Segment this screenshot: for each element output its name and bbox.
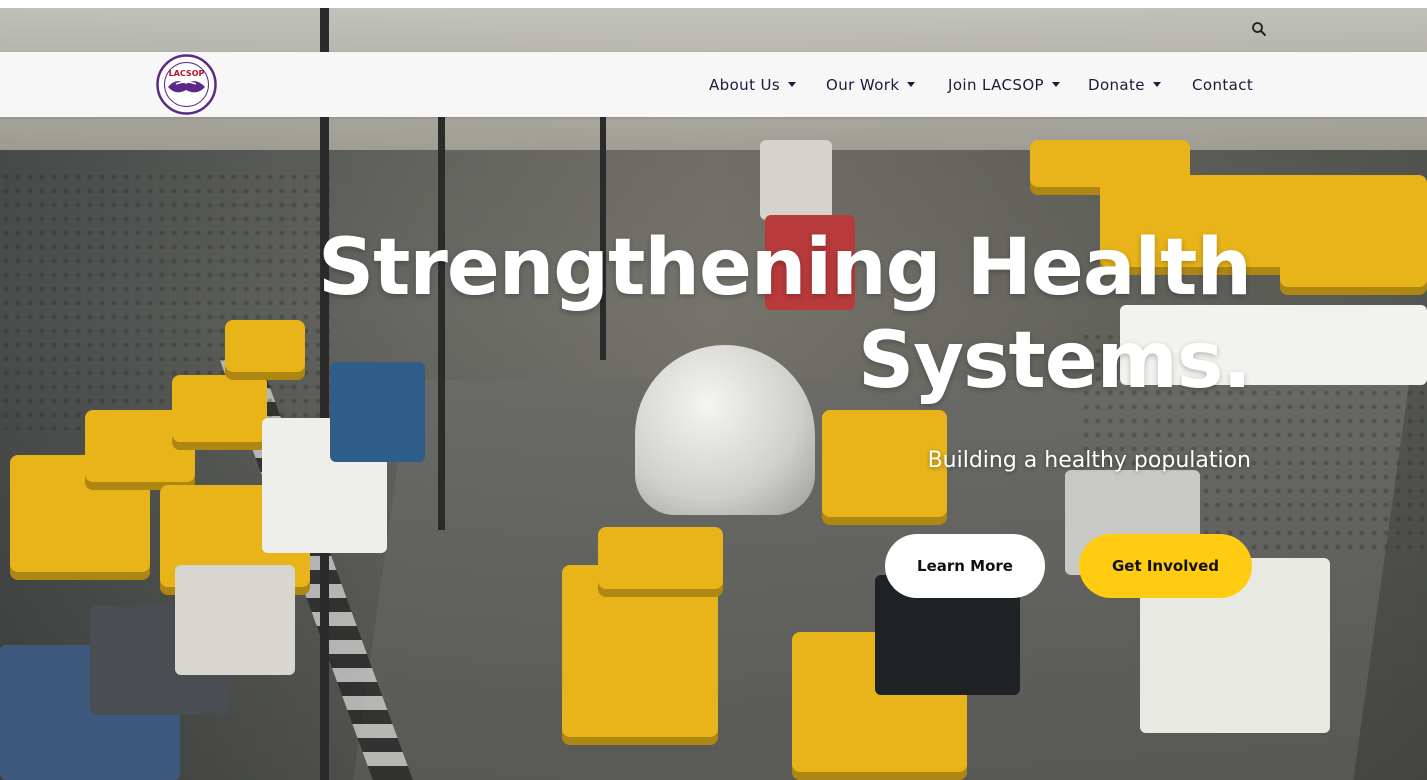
hero-headline-line1: Strengthening Health: [317, 223, 1252, 313]
learn-more-button[interactable]: Learn More: [885, 534, 1045, 598]
nav-item-join-lacsop[interactable]: Join LACSOP: [948, 52, 1060, 117]
hero-headline: Strengthening Health Systems.: [291, 222, 1252, 408]
top-strip: [0, 0, 1427, 8]
hero-subheading: Building a healthy population: [927, 448, 1251, 473]
nav-item-label: About Us: [709, 75, 781, 94]
nav-item-our-work[interactable]: Our Work: [826, 52, 916, 117]
logo-text: LACSOP: [169, 69, 205, 78]
caret-down-icon: [1052, 82, 1060, 87]
hero-car: [175, 565, 295, 675]
nav-item-label: Our Work: [826, 75, 900, 94]
nav-item-about-us[interactable]: About Us: [709, 52, 797, 117]
lacsop-logo[interactable]: LACSOP: [156, 54, 217, 115]
nav-item-label: Donate: [1088, 75, 1145, 94]
hero-bus: [1280, 250, 1427, 295]
nav-item-donate[interactable]: Donate: [1088, 52, 1161, 117]
nav-item-contact[interactable]: Contact: [1192, 52, 1253, 117]
hero-bus: [598, 527, 723, 597]
hero-crowd-left: [0, 170, 330, 430]
nav-item-label: Contact: [1192, 75, 1254, 94]
search-icon[interactable]: [1251, 21, 1267, 37]
hero-bus: [172, 375, 267, 450]
nav-item-label: Join LACSOP: [948, 75, 1044, 94]
caret-down-icon: [1152, 82, 1161, 87]
hero-headline-line2: Systems.: [858, 316, 1252, 406]
get-involved-button[interactable]: Get Involved: [1079, 534, 1252, 598]
hero-truck: [760, 140, 832, 220]
caret-down-icon: [788, 82, 797, 87]
caret-down-icon: [907, 82, 916, 87]
